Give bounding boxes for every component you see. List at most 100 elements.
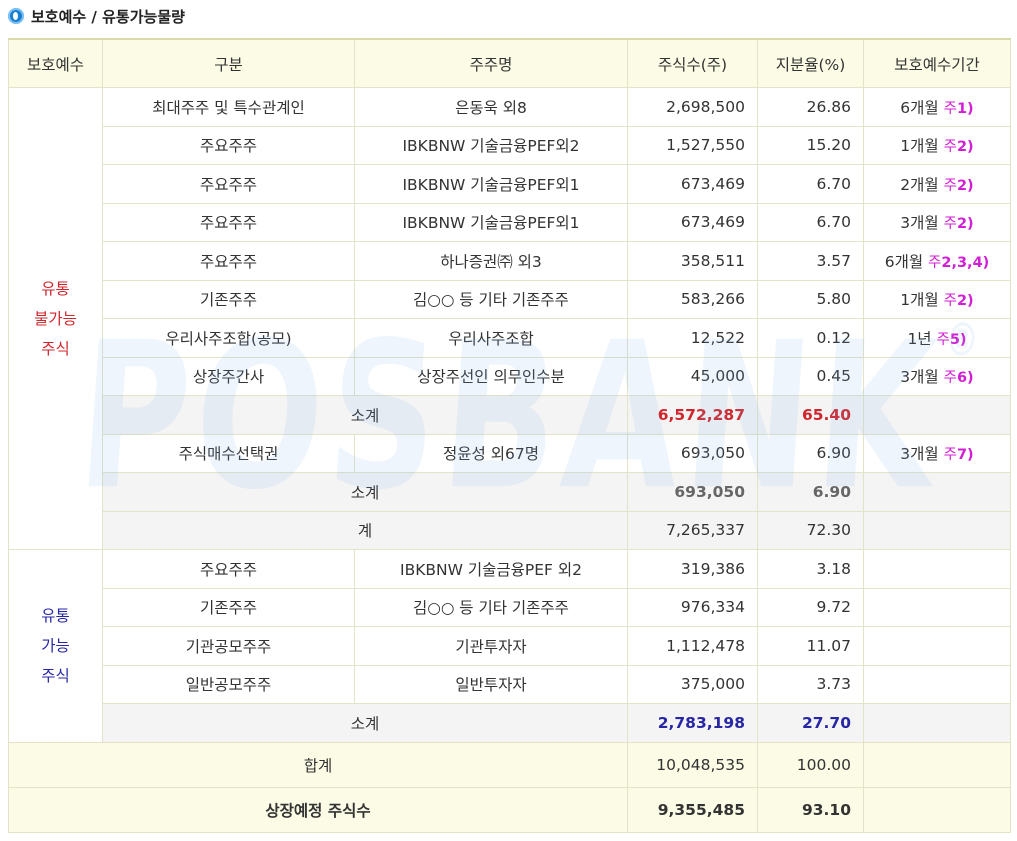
grand-total-shares: 10,048,535 — [627, 741, 758, 788]
footnote-link[interactable]: 주2) — [944, 293, 974, 309]
row-holder: 기관투자자 — [354, 626, 628, 666]
row-holder: 우리사주조합 — [354, 318, 628, 358]
subtotal-row: 소계 6,572,287 65.40 — [9, 395, 1011, 435]
listed-shares-period — [863, 786, 1011, 833]
row-holder: IBKBNW 기술금융PEF외1 — [354, 164, 628, 204]
row-ratio: 6.70 — [757, 164, 864, 204]
row-ratio: 3.18 — [757, 549, 864, 589]
subtotal-row: 소계 693,050 6.90 — [9, 472, 1011, 512]
row-period: 3개월 주7) — [863, 433, 1011, 473]
row-ratio: 6.70 — [757, 202, 864, 242]
header-holder: 주주명 — [354, 38, 628, 88]
footnote-link[interactable]: 주1) — [944, 101, 974, 117]
row-period: 1년 주5) — [863, 318, 1011, 358]
row-ratio: 0.45 — [757, 356, 864, 396]
subtotal-shares: 6,572,287 — [627, 395, 758, 435]
footnote-link[interactable]: 주2) — [944, 178, 974, 194]
row-holder: 정윤성 외67명 — [354, 433, 628, 473]
row-holder: 은동욱 외8 — [354, 87, 628, 127]
row-ratio: 5.80 — [757, 279, 864, 319]
total-label: 계 — [102, 510, 628, 550]
row-shares: 583,266 — [627, 279, 758, 319]
row-type: 기존주주 — [102, 279, 355, 319]
header-lockup: 보호예수 — [8, 38, 103, 88]
table-row: 주요주주 IBKBNW 기술금융PEF외1 673,469 6.70 3개월 주… — [9, 202, 1011, 242]
row-type: 주요주주 — [102, 164, 355, 204]
row-shares: 693,050 — [627, 433, 758, 473]
row-period: 3개월 주6) — [863, 356, 1011, 396]
row-type: 주식매수선택권 — [102, 433, 355, 473]
row-holder: 김○○ 등 기타 기존주주 — [354, 279, 628, 319]
row-ratio: 0.12 — [757, 318, 864, 358]
section-title: 보호예수 / 유통가능물량 — [8, 4, 185, 28]
lockup-table: 보호예수 구분 주주명 주식수(주) 지분율(%) 보호예수기간 유통 불가능 … — [8, 38, 1011, 833]
row-period — [863, 549, 1011, 589]
footnote-link[interactable]: 주2) — [944, 216, 974, 232]
row-ratio: 9.72 — [757, 587, 864, 627]
total-ratio: 72.30 — [757, 510, 864, 550]
listed-shares-value: 9,355,485 — [627, 786, 758, 833]
row-shares: 319,386 — [627, 549, 758, 589]
row-type: 최대주주 및 특수관계인 — [102, 87, 355, 127]
row-type: 일반공모주주 — [102, 664, 355, 704]
row-period — [863, 587, 1011, 627]
listed-shares-row: 상장예정 주식수 9,355,485 93.10 — [8, 786, 1011, 833]
table-row: 상장주간사 상장주선인 의무인수분 45,000 0.45 3개월 주6) — [9, 356, 1011, 396]
subtotal-ratio: 27.70 — [757, 703, 864, 743]
row-shares: 1,527,550 — [627, 125, 758, 165]
row-period: 1개월 주2) — [863, 279, 1011, 319]
row-shares: 375,000 — [627, 664, 758, 704]
subtotal-row: 소계 2,783,198 27.70 — [9, 703, 1011, 743]
row-holder: 상장주선인 의무인수분 — [354, 356, 628, 396]
header-ratio: 지분율(%) — [757, 38, 864, 88]
footnote-link[interactable]: 주2) — [944, 139, 974, 155]
table-row: 주요주주 하나증권㈜ 외3 358,511 3.57 6개월 주2,3,4) — [9, 241, 1011, 281]
header-category: 구분 — [102, 38, 355, 88]
header-period: 보호예수기간 — [863, 38, 1011, 88]
row-shares: 12,522 — [627, 318, 758, 358]
grand-total-period — [863, 741, 1011, 788]
header-shares: 주식수(주) — [627, 38, 758, 88]
total-shares: 7,265,337 — [627, 510, 758, 550]
subtotal-period — [863, 703, 1011, 743]
table-header-row: 보호예수 구분 주주명 주식수(주) 지분율(%) 보호예수기간 — [8, 38, 1011, 88]
row-period — [863, 626, 1011, 666]
footnote-link[interactable]: 주6) — [944, 370, 974, 386]
table-row: 우리사주조합(공모) 우리사주조합 12,522 0.12 1년 주5) — [9, 318, 1011, 358]
subtotal-ratio: 65.40 — [757, 395, 864, 435]
row-period — [863, 664, 1011, 704]
subtotal-label: 소계 — [102, 472, 628, 512]
table-row: 기존주주 김○○ 등 기타 기존주주 583,266 5.80 1개월 주2) — [9, 279, 1011, 319]
footnote-link[interactable]: 주2,3,4) — [928, 255, 989, 271]
row-shares: 976,334 — [627, 587, 758, 627]
row-shares: 673,469 — [627, 164, 758, 204]
row-type: 기존주주 — [102, 587, 355, 627]
listed-shares-label: 상장예정 주식수 — [8, 786, 628, 833]
row-type: 주요주주 — [102, 125, 355, 165]
total-period — [863, 510, 1011, 550]
table-row: 일반공모주주 일반투자자 375,000 3.73 — [9, 664, 1011, 704]
table-row: 주식매수선택권 정윤성 외67명 693,050 6.90 3개월 주7) — [9, 433, 1011, 473]
table-row: 주요주주 IBKBNW 기술금융PEF외1 673,469 6.70 2개월 주… — [9, 164, 1011, 204]
row-type: 주요주주 — [102, 549, 355, 589]
row-period: 3개월 주2) — [863, 202, 1011, 242]
row-ratio: 15.20 — [757, 125, 864, 165]
row-shares: 1,112,478 — [627, 626, 758, 666]
row-holder: 김○○ 등 기타 기존주주 — [354, 587, 628, 627]
footnote-link[interactable]: 주7) — [944, 447, 974, 463]
row-period: 1개월 주2) — [863, 125, 1011, 165]
row-holder: 일반투자자 — [354, 664, 628, 704]
table-row: 주요주주 IBKBNW 기술금융PEF외2 1,527,550 15.20 1개… — [9, 125, 1011, 165]
table-row: 유통 불가능 주식 최대주주 및 특수관계인 은동욱 외8 2,698,500 … — [8, 87, 1011, 550]
subtotal-label: 소계 — [102, 703, 628, 743]
subtotal-ratio: 6.90 — [757, 472, 864, 512]
row-period: 6개월 주1) — [863, 87, 1011, 127]
bullet-icon — [8, 8, 24, 24]
grand-total-ratio: 100.00 — [757, 741, 864, 788]
subtotal-shares: 2,783,198 — [627, 703, 758, 743]
table-row: 기존주주 김○○ 등 기타 기존주주 976,334 9.72 — [9, 587, 1011, 627]
row-ratio: 3.57 — [757, 241, 864, 281]
grand-total-row: 합계 10,048,535 100.00 — [8, 741, 1011, 788]
footnote-link[interactable]: 주5) — [937, 332, 967, 348]
row-ratio: 26.86 — [757, 87, 864, 127]
